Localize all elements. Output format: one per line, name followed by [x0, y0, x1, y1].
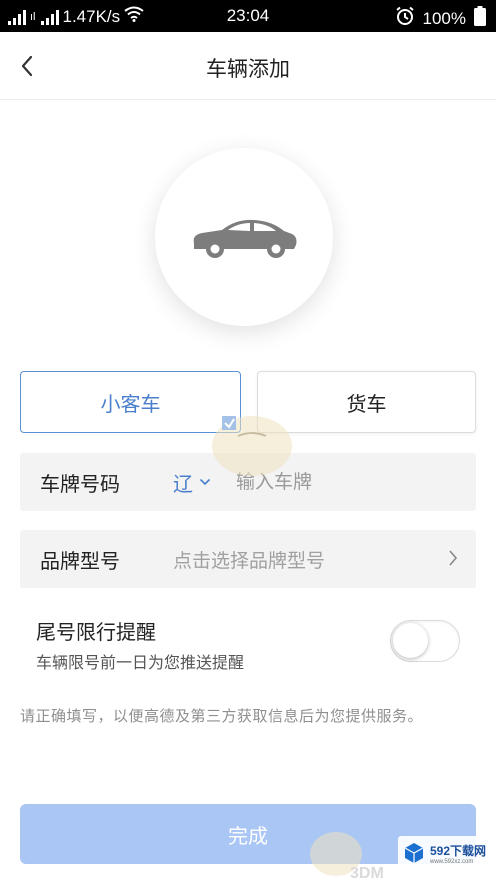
brand-model-label: 品牌型号	[40, 548, 120, 573]
status-right: 100%	[395, 6, 486, 31]
plate-number-row: 车牌号码 辽	[20, 453, 476, 511]
tail-reminder-description: 车辆限号前一日为您推送提醒	[36, 653, 245, 672]
toggle-knob	[393, 623, 428, 658]
header: 车辆添加	[0, 32, 496, 100]
plate-number-label: 车牌号码	[40, 471, 120, 496]
status-bar: ıl 1.47K/s 23:04 100%	[0, 0, 496, 32]
privacy-notice: 请正确填写，以便高德及第三方获取信息后为您提供服务。	[20, 707, 424, 725]
chevron-down-icon	[199, 478, 211, 486]
province-selector[interactable]: 辽	[173, 468, 211, 497]
tab-passenger-car[interactable]: 小客车	[20, 371, 241, 433]
battery-icon	[474, 6, 486, 31]
tab-truck[interactable]: 货车	[257, 371, 476, 433]
chevron-right-icon	[449, 550, 458, 566]
brand-model-row[interactable]: 品牌型号 点击选择品牌型号	[20, 530, 476, 588]
watermark-brand: 592下载网	[430, 843, 487, 858]
alarm-icon	[395, 6, 415, 31]
watermark-url: www.592xz.com	[430, 858, 474, 865]
tab-passenger-car-label: 小客车	[100, 391, 161, 416]
watermark-logo: 592下载网 www.592xz.com	[398, 836, 494, 870]
province-value: 辽	[173, 471, 193, 496]
battery-level: 100%	[422, 8, 466, 28]
plate-number-input[interactable]	[236, 464, 456, 500]
tail-reminder-title: 尾号限行提醒	[36, 620, 156, 644]
tab-truck-label: 货车	[346, 391, 387, 416]
vehicle-image	[155, 148, 333, 326]
tail-reminder-toggle[interactable]	[390, 620, 460, 662]
submit-button-label: 完成	[228, 823, 268, 848]
watermark-sub-brand: 3DM	[350, 865, 384, 882]
car-icon	[193, 219, 297, 258]
cube-icon	[404, 843, 424, 863]
brand-model-placeholder: 点击选择品牌型号	[173, 549, 326, 572]
page-title: 车辆添加	[206, 57, 290, 81]
